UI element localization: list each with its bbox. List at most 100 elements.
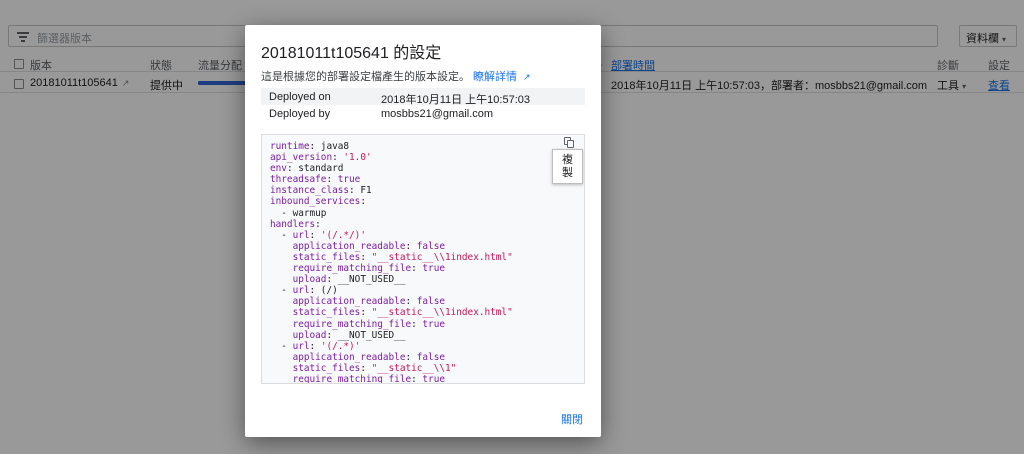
code-line: - url: '(/.*/)': [270, 230, 513, 241]
code-token: :: [332, 152, 344, 164]
code-token: handlers: [270, 218, 316, 230]
code-line: upload: __NOT_USED__: [270, 330, 513, 341]
code-line: require_matching_file: true: [270, 319, 513, 330]
yaml-code: runtime: java8 api_version: '1.0' env: sta…: [270, 141, 513, 384]
code-token: : java8: [309, 141, 350, 152]
code-line: - url: '(/.*)': [270, 341, 513, 352]
code-token: require_matching_file: [292, 263, 412, 275]
code-token: upload: [292, 274, 327, 286]
copy-tooltip: 複 製: [552, 149, 583, 184]
info-row-deployed-by: Deployed by mosbbs21@gmail.com: [261, 105, 585, 122]
code-token: : F1: [349, 185, 372, 197]
code-token: :: [315, 218, 321, 230]
code-token: application_readable: [292, 240, 406, 252]
dialog-title: 20181011t105641 的設定: [261, 45, 442, 62]
code-line: runtime: java8: [270, 141, 513, 152]
code-line: - url: (/): [270, 285, 513, 296]
code-token: static_files: [292, 307, 361, 319]
code-line: instance_class: F1: [270, 185, 513, 196]
code-token: true: [422, 373, 445, 384]
code-token: '(/.*)': [320, 340, 361, 352]
code-token: false: [416, 240, 445, 252]
code-line: inbound_services:: [270, 196, 513, 207]
code-token: -: [270, 340, 293, 352]
code-token: "__static__\\1": [371, 362, 457, 374]
code-token: true: [422, 318, 445, 330]
code-token: - warmup: [270, 207, 327, 219]
code-token: false: [416, 351, 445, 363]
code-token: true: [422, 263, 445, 275]
code-token: runtime: [270, 141, 310, 152]
code-line: upload: __NOT_USED__: [270, 274, 513, 285]
code-line: application_readable: false: [270, 296, 513, 307]
code-token: url: [292, 285, 310, 297]
code-token: static_files: [292, 362, 361, 374]
code-token: application_readable: [292, 351, 406, 363]
code-token: '1.0': [343, 152, 372, 164]
dialog-description: 這是根據您的部署設定檔產生的版本設定。 瞭解詳情 ↗: [261, 68, 531, 84]
code-token: upload: [292, 329, 327, 341]
code-token: :: [309, 229, 321, 241]
copy-icon[interactable]: [563, 137, 575, 149]
code-token: :: [411, 263, 423, 275]
code-token: :: [405, 296, 417, 308]
code-token: -: [270, 229, 293, 241]
code-line: static_files: "__static__\\1": [270, 363, 513, 374]
code-line: require_matching_file: true: [270, 373, 513, 384]
code-token: :: [360, 251, 372, 263]
code-token: :: [411, 373, 423, 384]
code-token: false: [416, 296, 445, 308]
code-line: static_files: "__static__\\1index.html": [270, 307, 513, 318]
code-line: application_readable: false: [270, 352, 513, 363]
code-token: true: [337, 174, 361, 186]
code-token: url: [292, 340, 310, 352]
code-token: env: [270, 163, 287, 175]
code-token: instance_class: [270, 185, 350, 197]
code-token: :: [309, 340, 321, 352]
tooltip-char: 製: [562, 167, 573, 179]
code-token: :: [360, 307, 372, 319]
code-line: handlers:: [270, 219, 513, 230]
info-value: mosbbs21@gmail.com: [381, 108, 494, 120]
info-row-deployed-on: Deployed on 2018年10月11日 上午10:57:03: [261, 88, 585, 106]
code-token: require_matching_file: [292, 373, 412, 384]
close-button[interactable]: 關閉: [561, 411, 583, 427]
code-token: static_files: [292, 251, 361, 263]
code-line: api_version: '1.0': [270, 152, 513, 163]
code-token: require_matching_file: [292, 318, 412, 330]
info-key: Deployed by: [269, 108, 331, 120]
code-token: : __NOT_USED__: [326, 274, 406, 286]
code-token: :: [326, 174, 338, 186]
info-key: Deployed on: [269, 91, 331, 103]
code-token: "__static__\\1index.html": [371, 251, 513, 263]
code-token: inbound_services: [270, 196, 361, 208]
external-link-icon[interactable]: ↗: [523, 72, 531, 82]
tooltip-char: 複: [562, 154, 573, 166]
code-line: threadsafe: true: [270, 174, 513, 185]
code-token: application_readable: [292, 296, 406, 308]
deployment-info-table: Deployed on 2018年10月11日 上午10:57:03 Deplo…: [261, 88, 585, 122]
code-line: static_files: "__static__\\1index.html": [270, 252, 513, 263]
code-line: env: standard: [270, 163, 513, 174]
code-line: application_readable: false: [270, 241, 513, 252]
code-token: :: [405, 240, 417, 252]
code-token: : standard: [286, 163, 344, 175]
code-token: '(/.*/)': [320, 229, 366, 241]
code-token: :: [360, 362, 372, 374]
code-token: url: [292, 229, 310, 241]
learn-more-link[interactable]: 瞭解詳情: [473, 71, 517, 83]
code-token: :: [411, 318, 423, 330]
code-token: : __NOT_USED__: [326, 329, 406, 341]
config-yaml-viewer[interactable]: runtime: java8 api_version: '1.0' env: sta…: [261, 134, 585, 384]
code-token: :: [360, 196, 366, 208]
